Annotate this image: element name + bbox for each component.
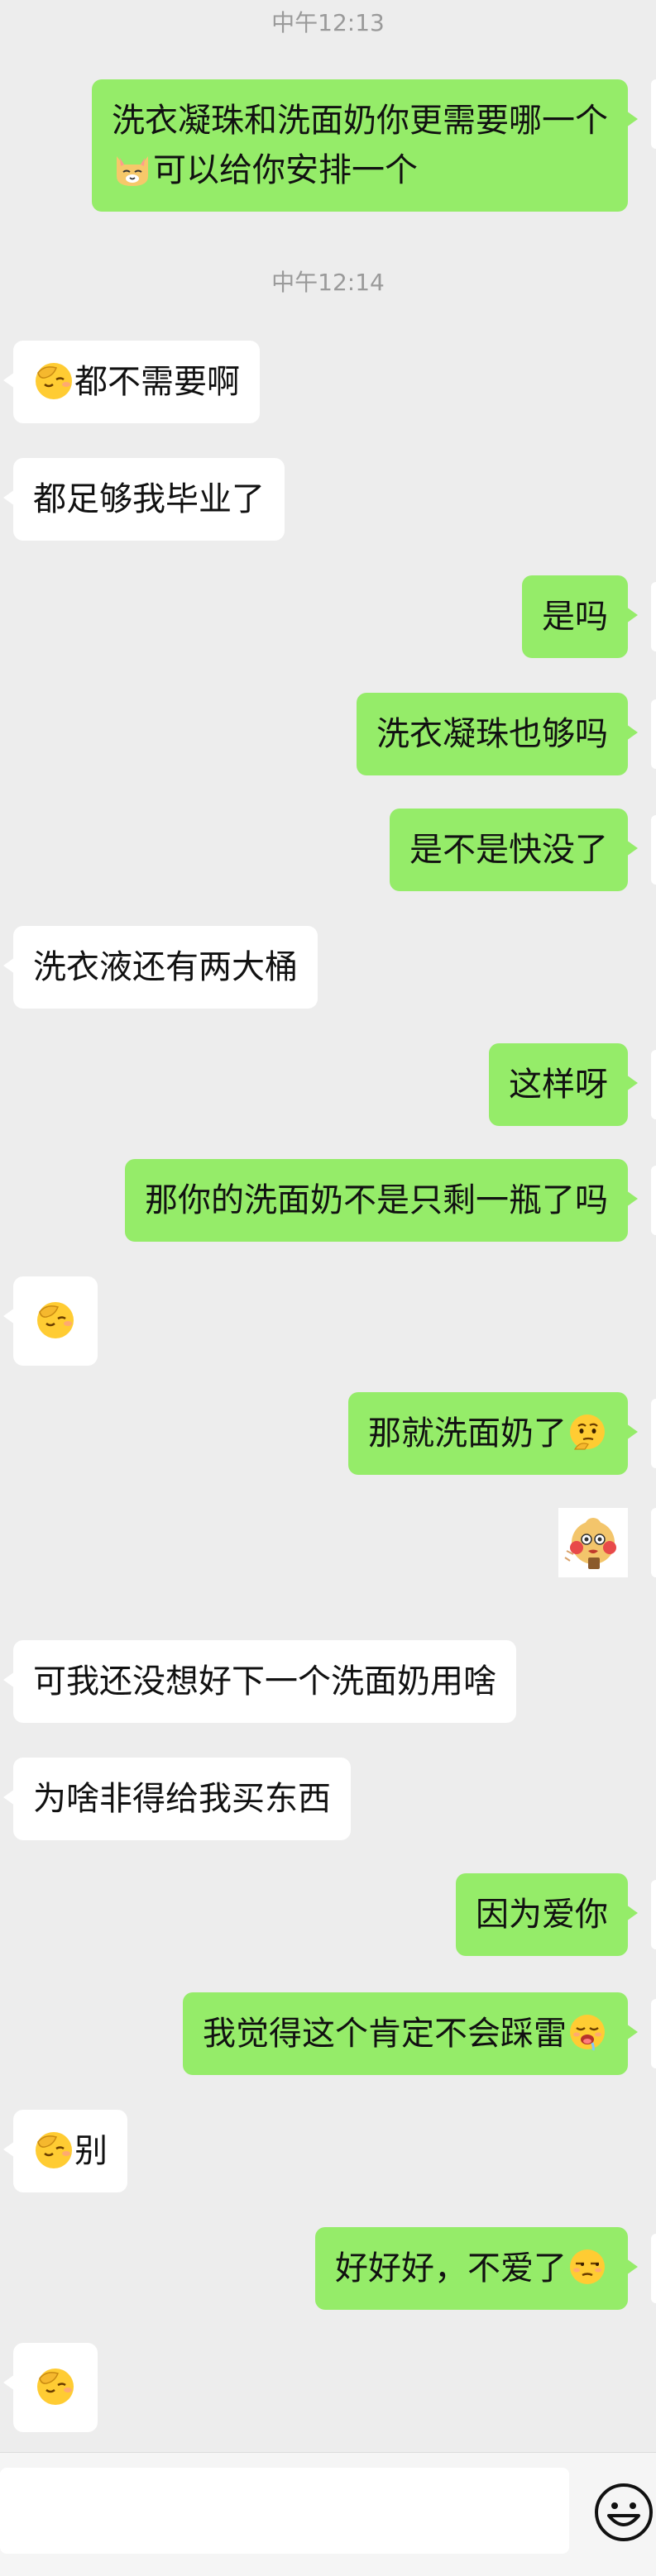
sent-message-bubble[interactable]: 那就洗面奶了 xyxy=(348,1392,638,1475)
unamused-emoji xyxy=(567,2246,608,2287)
message-text: 那就洗面奶了 xyxy=(368,1414,567,1453)
message-text: 可以给你安排一个 xyxy=(153,151,418,189)
received-message-bubble[interactable]: 都足够我毕业了 xyxy=(3,458,285,541)
message-text: 那你的洗面奶不是只剩一瓶了吗 xyxy=(145,1181,608,1219)
message-text: 是不是快没了 xyxy=(409,831,608,869)
received-message-bubble[interactable] xyxy=(3,1276,98,1366)
message-text: 都不需要啊 xyxy=(74,363,240,401)
smiley-icon[interactable] xyxy=(592,2481,655,2544)
my-avatar[interactable] xyxy=(651,815,656,885)
sent-message-bubble[interactable]: 好好好，不爱了 xyxy=(315,2227,638,2310)
input-bar xyxy=(0,2452,656,2576)
message-text: 这样呀 xyxy=(509,1066,608,1104)
message-text: 洗衣凝珠和洗面奶你更需要哪一个 xyxy=(112,102,608,140)
received-message-bubble[interactable]: 洗衣液还有两大桶 xyxy=(3,926,318,1009)
sent-message-bubble[interactable]: 这样呀 xyxy=(489,1043,638,1126)
timestamp: 中午12:14 xyxy=(271,269,385,296)
message-input[interactable] xyxy=(0,2468,569,2554)
sent-message-bubble[interactable]: 因为爱你 xyxy=(456,1873,638,1956)
sent-message-bubble[interactable]: 洗衣凝珠和洗面奶你更需要哪一个 可以给你安排一个 xyxy=(92,79,638,212)
my-avatar[interactable] xyxy=(651,1166,656,1235)
message-text: 别 xyxy=(74,2132,108,2170)
drooling-emoji xyxy=(567,2011,608,2053)
facepalm-emoji xyxy=(35,2365,76,2407)
message-text: 洗衣液还有两大桶 xyxy=(33,948,298,986)
my-avatar[interactable] xyxy=(651,699,656,769)
my-avatar[interactable] xyxy=(651,1880,656,1949)
message-text: 都足够我毕业了 xyxy=(33,480,265,518)
chick-sticker[interactable] xyxy=(558,1508,628,1577)
my-avatar[interactable] xyxy=(651,79,656,149)
received-message-bubble[interactable]: 为啥非得给我买东西 xyxy=(3,1758,351,1840)
my-avatar[interactable] xyxy=(651,1399,656,1468)
message-text: 可我还没想好下一个洗面奶用啥 xyxy=(33,1662,496,1701)
sent-message-bubble[interactable]: 那你的洗面奶不是只剩一瓶了吗 xyxy=(125,1159,638,1242)
message-text: 为啥非得给我买东西 xyxy=(33,1780,331,1818)
message-text: 是吗 xyxy=(542,598,608,636)
my-avatar[interactable] xyxy=(651,582,656,651)
received-message-bubble[interactable]: 都不需要啊 xyxy=(3,341,260,423)
chick-sticker-image xyxy=(558,1508,628,1577)
received-message-bubble[interactable] xyxy=(3,2343,98,2432)
timestamp: 中午12:13 xyxy=(271,9,385,36)
received-message-bubble[interactable]: 别 xyxy=(3,2110,127,2192)
my-avatar[interactable] xyxy=(651,1999,656,2068)
message-text: 我觉得这个肯定不会踩雷 xyxy=(203,2015,567,2053)
chat-area[interactable]: 中午12:13 洗衣凝珠和洗面奶你更需要哪一个 可以给你安排一个 中午12:14… xyxy=(0,0,656,2452)
facepalm-emoji xyxy=(33,360,74,401)
cat-face-emoji xyxy=(112,148,153,189)
message-text: 洗衣凝珠也够吗 xyxy=(376,715,608,753)
my-avatar[interactable] xyxy=(651,2234,656,2303)
sent-message-bubble[interactable]: 是吗 xyxy=(522,575,638,658)
sent-message-bubble[interactable]: 是不是快没了 xyxy=(390,809,638,891)
sent-message-bubble[interactable]: 我觉得这个肯定不会踩雷 xyxy=(183,1992,638,2075)
my-avatar[interactable] xyxy=(651,1050,656,1119)
message-text: 因为爱你 xyxy=(476,1896,608,1934)
my-avatar[interactable] xyxy=(651,1508,656,1577)
sent-message-bubble[interactable]: 洗衣凝珠也够吗 xyxy=(357,693,638,775)
thinking-emoji xyxy=(567,1411,608,1453)
facepalm-emoji xyxy=(35,1299,76,1340)
facepalm-emoji xyxy=(33,2129,74,2170)
received-message-bubble[interactable]: 可我还没想好下一个洗面奶用啥 xyxy=(3,1640,516,1723)
message-text: 好好好，不爱了 xyxy=(335,2249,567,2287)
